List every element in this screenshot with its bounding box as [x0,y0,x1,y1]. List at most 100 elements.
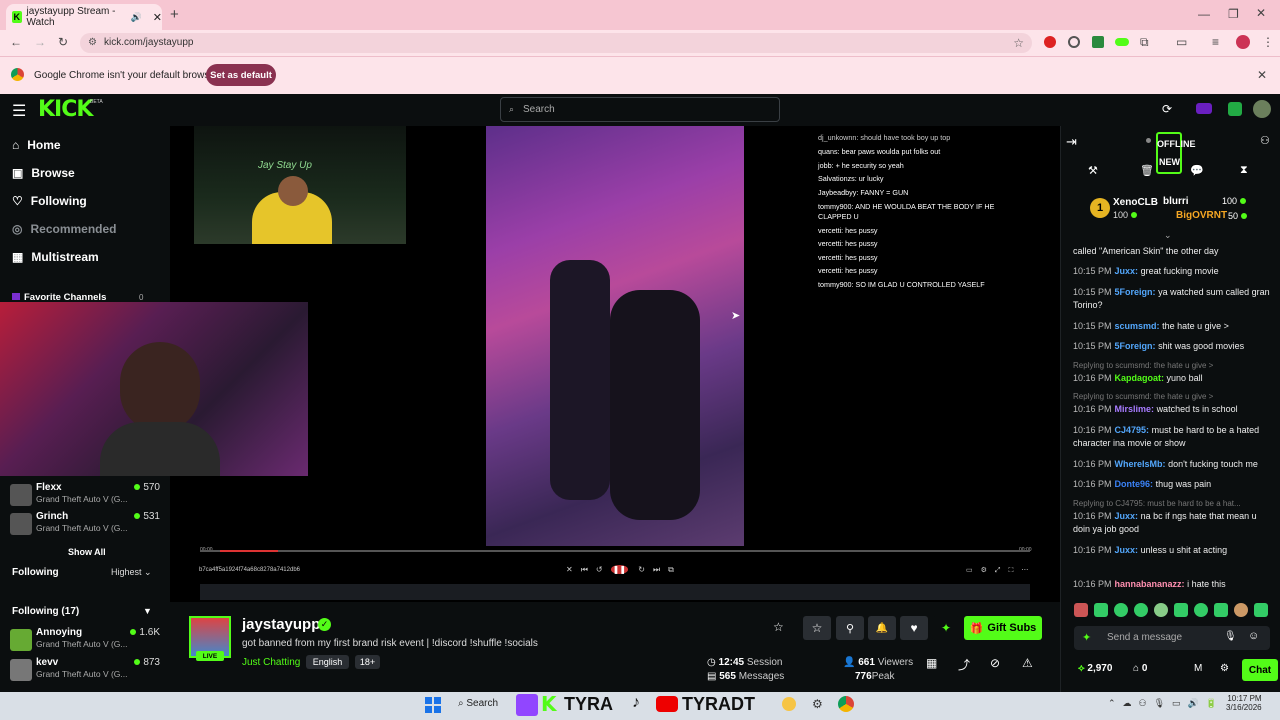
forward-icon[interactable]: → [34,35,46,49]
reply-context[interactable]: Replying to CJ4795: must be hard to be a… [1073,499,1241,508]
heart-icon: ♡ [12,194,23,208]
search-input[interactable]: ⌕ Search [500,97,780,122]
tag-english[interactable]: English [306,655,349,669]
user-avatar[interactable] [1253,100,1271,118]
extension-icon[interactable] [1092,36,1104,48]
profile-avatar[interactable] [1236,35,1250,49]
browser-tab[interactable]: K jaystayupp Stream - Watch 🔊 ✕ [6,4,162,30]
twitch-icon[interactable] [516,694,538,716]
sort-dropdown[interactable]: Highest ⌄ [111,567,152,578]
system-tray-icons[interactable]: ⌃☁⚇🎙▭🔊🔋 [1108,698,1224,709]
hide-icon[interactable]: ⊘ [990,656,1000,670]
reply-context[interactable]: Replying to scumsmd: the hate u give > [1073,361,1213,370]
clock[interactable]: 10:17 PM 3/16/2026 [1226,694,1262,712]
kick-extension-icon[interactable] [1228,102,1242,116]
youtube-icon[interactable] [656,696,678,712]
nav-browse[interactable]: ▣ Browse [12,166,75,180]
nav-recommended[interactable]: ◎ Recommended [12,222,117,236]
window-close-icon[interactable]: ✕ [1256,6,1266,20]
media-controls-icon[interactable]: ≡ [1212,35,1219,49]
set-default-button[interactable]: Set as default [206,64,276,86]
follow-heart-button[interactable]: ♥ [900,616,928,640]
microphone-icon[interactable]: 🎙 [1224,631,1237,642]
channel-game: Grand Theft Auto V (G... [36,669,128,679]
nav-home[interactable]: ⌂ Home [12,138,61,152]
kick-badge-icon[interactable]: M [1194,663,1202,674]
site-info-icon[interactable]: ⚙ [88,33,97,53]
expand-leaderboard-icon[interactable]: ⌄ [1164,230,1172,241]
nav-label: Following [30,194,87,208]
channel-points[interactable]: ⟡ 2,970 [1078,663,1112,674]
show-all-link[interactable]: Show All [68,547,106,557]
notification-bell-button[interactable]: 🔔 [868,616,896,640]
report-icon[interactable]: ⚠ [1022,656,1033,670]
leaderboard-name: XenoCLB [1113,197,1158,208]
menu-kebab-icon[interactable]: ⋮ [1262,35,1274,49]
following-channel-item[interactable]: kevv Grand Theft Auto V (G... 873 [10,657,160,685]
collapse-chat-icon[interactable]: ⇥ [1066,134,1077,150]
extensions-puzzle-icon[interactable]: ⧉ [1140,35,1149,50]
emoji-icon[interactable]: ☺ [1248,630,1259,642]
theater-icon[interactable]: ▦ [926,656,937,670]
reload-icon[interactable]: ↻ [58,35,68,49]
following-channel-item[interactable]: Annoying Grand Theft Auto V (G... 1.6K [10,627,160,655]
cast-icon[interactable]: ▭ [1176,35,1187,49]
chat-bubble-icon[interactable]: 💬 [1190,164,1204,177]
offline-new-indicator[interactable]: OFFLINE NEW [1156,132,1196,174]
home-count[interactable]: ⌂ 0 [1133,663,1147,674]
taskbar-app-icon[interactable] [782,697,796,711]
pin-button[interactable]: ⚲ [836,616,864,640]
hamburger-menu-icon[interactable]: ☰ [12,101,26,121]
speaker-icon[interactable]: 🔊 [131,12,142,23]
emote-bar[interactable] [1074,603,1270,617]
kick-logo[interactable]: KICK [38,97,93,122]
infobar-close-icon[interactable]: ✕ [1257,68,1267,82]
tiktok-icon[interactable]: ♪ [632,694,640,712]
channel-name[interactable]: jaystayupp [242,616,320,633]
favorite-button[interactable]: ☆ [803,616,831,640]
player-settings[interactable]: ▭⚙⤢⛶⋯ [966,566,1036,575]
back-icon[interactable]: ← [10,35,22,49]
nav-following[interactable]: ♡ Following [12,194,87,208]
new-tab-icon[interactable]: + [170,6,179,23]
chat-send-button[interactable]: Chat [1242,659,1278,681]
trash-icon[interactable]: 🗑 [1140,164,1154,177]
mod-tools-icon[interactable]: ⚒ [1088,164,1098,177]
channel-avatar [10,484,32,506]
extension-icon[interactable] [1115,38,1129,46]
playback-controls[interactable]: ✕⏮↺ ❚❚ ↻⏭⧉ [566,565,682,575]
sparkle-button[interactable]: ✦ [932,616,960,640]
chat-input[interactable]: ✦ Send a message 🎙 ☺ [1074,626,1270,650]
tag-18plus[interactable]: 18+ [355,655,380,669]
gift-subs-button[interactable]: 🎁 Gift Subs [964,616,1042,640]
recommended-channel-item[interactable]: Flexx Grand Theft Auto V (G... 570 [10,482,160,510]
kick-taskbar-icon[interactable]: K [541,692,557,716]
guest-webcam [0,302,308,476]
extension-icon[interactable] [1068,36,1080,48]
reply-context[interactable]: Replying to scumsmd: the hate u give > [1073,392,1213,401]
seek-bar[interactable] [200,550,1030,552]
chat-settings-icon[interactable]: ⚙ [1220,663,1229,674]
collapse-icon[interactable]: ▼ [143,606,152,616]
pause-icon[interactable]: ❚❚ [610,565,629,574]
bookmark-star-icon[interactable]: ☆ [1013,33,1024,53]
users-icon[interactable]: ⚇ [1260,134,1270,147]
hourglass-icon[interactable]: ⧗ [1240,164,1248,177]
minimize-icon[interactable]: — [1198,7,1210,21]
share-icon[interactable]: ⤴ [958,656,970,673]
taskbar-search[interactable]: ⌕ Search [458,698,498,709]
settings-gear-icon[interactable]: ⚙ [812,697,823,711]
new-label: NEW [1159,157,1180,167]
tab-close-icon[interactable]: ✕ [153,11,162,24]
extension-icon[interactable] [1044,36,1056,48]
category-link[interactable]: Just Chatting [242,657,300,668]
windows-start-icon[interactable] [425,697,441,713]
notifications-icon[interactable] [1196,103,1212,114]
url-bar[interactable]: ⚙ kick.com/jaystayupp ☆ [80,33,1032,53]
clips-icon[interactable]: ⟳ [1162,102,1172,116]
maximize-icon[interactable]: ❐ [1228,7,1239,21]
nav-multistream[interactable]: ▦ Multistream [12,250,99,264]
chrome-taskbar-icon[interactable] [838,696,854,712]
favorite-star-icon[interactable]: ☆ [773,620,784,634]
recommended-channel-item[interactable]: Grinch Grand Theft Auto V (G... 531 [10,511,160,539]
